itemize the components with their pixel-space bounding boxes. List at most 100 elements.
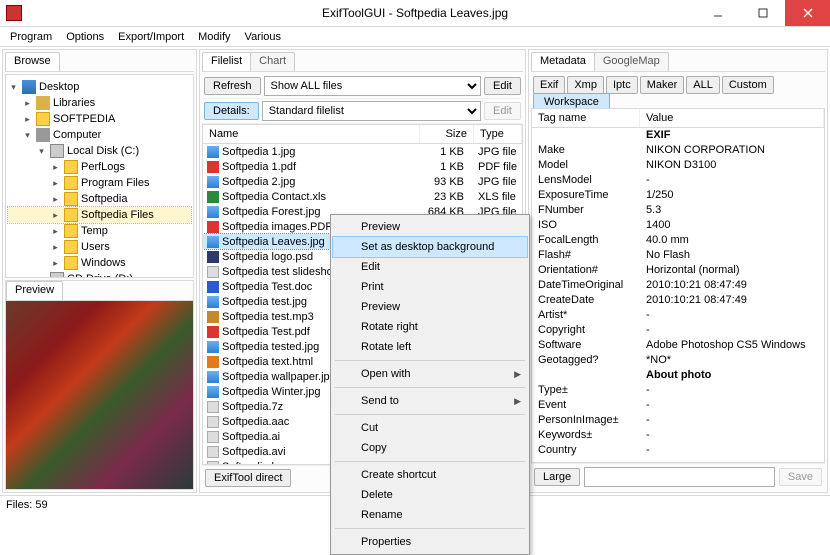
metadata-row[interactable]: FNumber5.3 [532, 203, 824, 218]
metadata-value-input[interactable] [584, 467, 775, 487]
col-value[interactable]: Value [640, 109, 824, 127]
context-menu-item[interactable]: Edit [333, 257, 527, 277]
tree-item[interactable]: ▸Softpedia [8, 191, 191, 207]
exiftool-direct-button[interactable]: ExifTool direct [205, 469, 291, 487]
context-menu-item[interactable]: Rotate right [333, 317, 527, 337]
menu-various[interactable]: Various [239, 29, 287, 45]
meta-btn-xmp[interactable]: Xmp [567, 76, 604, 94]
file-row[interactable]: Softpedia 2.jpg93 KBJPG file [203, 174, 522, 189]
tab-googlemap[interactable]: GoogleMap [594, 52, 669, 71]
context-menu-item[interactable]: Cut [333, 418, 527, 438]
tab-preview[interactable]: Preview [6, 281, 63, 300]
metadata-row[interactable]: Orientation#Horizontal (normal) [532, 263, 824, 278]
tree-item[interactable]: ▸CD Drive (D:) [8, 271, 191, 278]
maximize-button[interactable] [740, 0, 785, 26]
meta-btn-all[interactable]: ALL [686, 76, 720, 94]
context-menu-item[interactable]: Create shortcut [333, 465, 527, 485]
metadata-row[interactable]: CreateDate2010:10:21 08:47:49 [532, 293, 824, 308]
tree-item[interactable]: ▸PerfLogs [8, 159, 191, 175]
tree-item[interactable]: ▸Libraries [8, 95, 191, 111]
meta-btn-iptc[interactable]: Iptc [606, 76, 638, 94]
metadata-row[interactable]: Type±- [532, 383, 824, 398]
context-menu-item[interactable]: Rotate left [333, 337, 527, 357]
metadata-row[interactable]: PersonInImage±- [532, 413, 824, 428]
menu-program[interactable]: Program [4, 29, 58, 45]
context-menu-item[interactable]: Properties [333, 532, 527, 552]
metadata-row[interactable]: DateTimeOriginal2010:10:21 08:47:49 [532, 278, 824, 293]
edit-filter-button[interactable]: Edit [484, 77, 521, 95]
tab-metadata[interactable]: Metadata [531, 52, 595, 71]
context-menu-item[interactable]: Set as desktop background [333, 237, 527, 257]
tab-chart[interactable]: Chart [250, 52, 295, 71]
metadata-row[interactable]: EXIF [532, 128, 824, 143]
menu-modify[interactable]: Modify [192, 29, 236, 45]
expander-icon[interactable]: ▸ [36, 274, 47, 279]
metadata-row[interactable]: About photo [532, 368, 824, 383]
tree-item[interactable]: ▸SOFTPEDIA [8, 111, 191, 127]
metadata-row[interactable]: Country- [532, 443, 824, 458]
metadata-row[interactable]: Keywords±- [532, 428, 824, 443]
metadata-row[interactable]: ISO1400 [532, 218, 824, 233]
context-menu-item[interactable]: Open with▶ [333, 364, 527, 384]
filelist-mode-combo[interactable]: Standard filelist [262, 101, 481, 121]
meta-btn-maker[interactable]: Maker [640, 76, 685, 94]
file-row[interactable]: Softpedia Contact.xls23 KBXLS file [203, 189, 522, 204]
expander-icon[interactable]: ▾ [22, 130, 33, 141]
meta-btn-exif[interactable]: Exif [533, 76, 565, 94]
metadata-row[interactable]: Event- [532, 398, 824, 413]
file-row[interactable]: Softpedia 1.jpg1 KBJPG file [203, 144, 522, 159]
col-name[interactable]: Name [203, 125, 420, 143]
metadata-row[interactable]: Geotagged?*NO* [532, 353, 824, 368]
large-button[interactable]: Large [534, 468, 580, 486]
metadata-row[interactable]: MakeNIKON CORPORATION [532, 143, 824, 158]
context-menu-item[interactable]: Print [333, 277, 527, 297]
metadata-row[interactable]: Flash#No Flash [532, 248, 824, 263]
expander-icon[interactable]: ▸ [50, 226, 61, 237]
expander-icon[interactable]: ▸ [50, 210, 61, 221]
metadata-row[interactable]: FocalLength40.0 mm [532, 233, 824, 248]
context-menu-item[interactable]: Copy [333, 438, 527, 458]
context-menu-item[interactable]: Preview [333, 297, 527, 317]
metadata-body[interactable]: EXIFMakeNIKON CORPORATIONModelNIKON D310… [532, 128, 824, 458]
expander-icon[interactable]: ▸ [50, 258, 61, 269]
tab-filelist[interactable]: Filelist [202, 52, 251, 71]
tree-item[interactable]: ▸Users [8, 239, 191, 255]
tree-item[interactable]: ▾Desktop [8, 79, 191, 95]
expander-icon[interactable]: ▸ [50, 162, 61, 173]
tab-browse[interactable]: Browse [5, 52, 60, 71]
menu-export-import[interactable]: Export/Import [112, 29, 190, 45]
metadata-row[interactable]: ModelNIKON D3100 [532, 158, 824, 173]
context-menu-item[interactable]: Preview [333, 217, 527, 237]
expander-icon[interactable]: ▸ [22, 98, 33, 109]
tree-item[interactable]: ▾Local Disk (C:) [8, 143, 191, 159]
metadata-row[interactable]: Artist*- [532, 308, 824, 323]
metadata-row[interactable]: LensModel- [532, 173, 824, 188]
context-menu-item[interactable]: Send to▶ [333, 391, 527, 411]
metadata-row[interactable]: Copyright- [532, 323, 824, 338]
meta-btn-custom[interactable]: Custom [722, 76, 774, 94]
expander-icon[interactable]: ▸ [22, 114, 33, 125]
refresh-button[interactable]: Refresh [204, 77, 261, 95]
tree-item[interactable]: ▸Softpedia Files [8, 207, 191, 223]
col-tagname[interactable]: Tag name [532, 109, 640, 127]
expander-icon[interactable]: ▸ [50, 194, 61, 205]
menu-options[interactable]: Options [60, 29, 110, 45]
expander-icon[interactable]: ▸ [50, 242, 61, 253]
metadata-row[interactable]: SoftwareAdobe Photoshop CS5 Windows [532, 338, 824, 353]
col-size[interactable]: Size [420, 125, 474, 143]
tree-item[interactable]: ▸Program Files [8, 175, 191, 191]
metadata-row[interactable]: ExposureTime1/250 [532, 188, 824, 203]
expander-icon[interactable]: ▸ [50, 178, 61, 189]
col-type[interactable]: Type [474, 125, 522, 143]
tree-item[interactable]: ▸Windows [8, 255, 191, 271]
folder-tree[interactable]: ▾Desktop▸Libraries▸SOFTPEDIA▾Computer▾Lo… [5, 74, 194, 278]
expander-icon[interactable]: ▾ [8, 82, 19, 93]
filter-combo[interactable]: Show ALL files [264, 76, 482, 96]
details-button[interactable]: Details: [204, 102, 259, 120]
context-menu-item[interactable]: Rename [333, 505, 527, 525]
file-row[interactable]: Softpedia 1.pdf1 KBPDF file [203, 159, 522, 174]
minimize-button[interactable] [695, 0, 740, 26]
tree-item[interactable]: ▾Computer [8, 127, 191, 143]
expander-icon[interactable]: ▾ [36, 146, 47, 157]
tree-item[interactable]: ▸Temp [8, 223, 191, 239]
